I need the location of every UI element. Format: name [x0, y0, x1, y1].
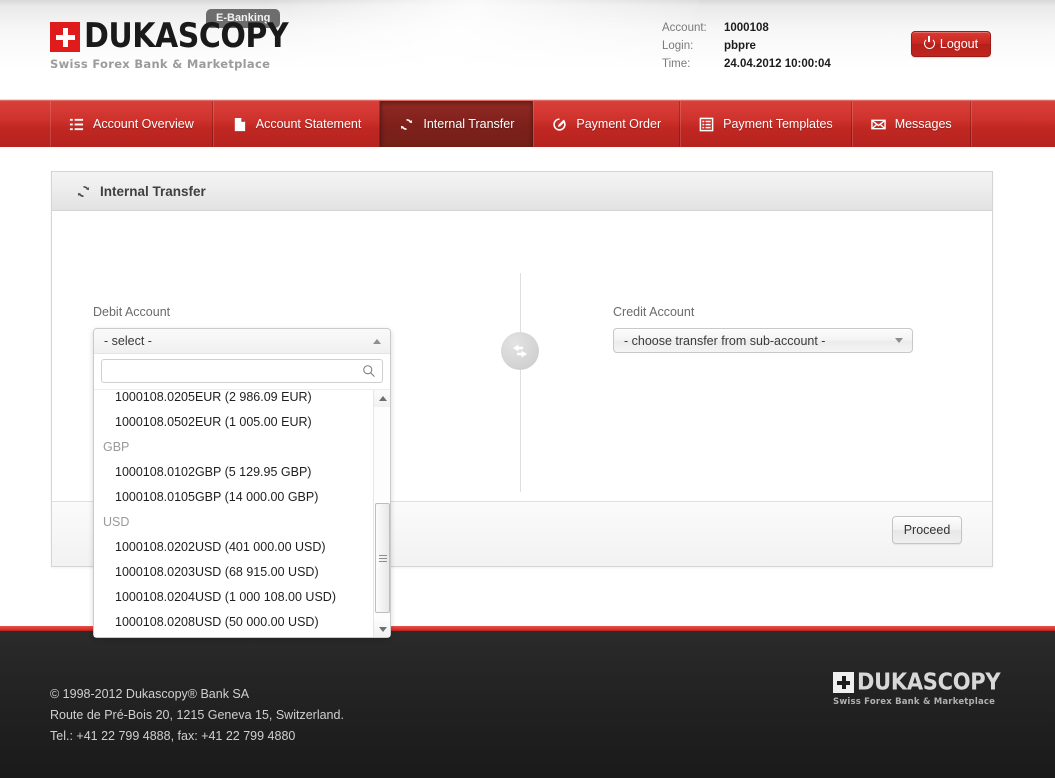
- dropdown-scrollbar[interactable]: [373, 390, 390, 637]
- power-icon: [923, 36, 935, 49]
- refresh-icon: [401, 118, 413, 130]
- footer-copyright: © 1998-2012 Dukascopy® Bank SA: [50, 687, 250, 701]
- debit-search-input[interactable]: [102, 360, 362, 382]
- nav-left-spacer: [0, 101, 50, 147]
- scroll-down-button[interactable]: [374, 621, 390, 637]
- page-header: E-Banking DUKASCOPY Swiss Forex Bank & M…: [0, 0, 1055, 100]
- debit-search-wrapper: [94, 354, 390, 389]
- nav-item-payment-order[interactable]: Payment Order: [533, 101, 681, 147]
- dropdown-group-label: USD: [103, 515, 130, 529]
- panel-body: Debit Account Credit Account - select -: [52, 211, 992, 638]
- nav-item-payment-templates[interactable]: Payment Templates: [680, 101, 852, 147]
- scroll-down-icon: [378, 627, 387, 632]
- nav-item-label: Internal Transfer: [423, 117, 515, 131]
- time-label: Time:: [662, 58, 691, 70]
- proceed-button[interactable]: Proceed: [892, 516, 962, 544]
- nav-item-messages[interactable]: Messages: [851, 101, 971, 147]
- footer-brand-logo: DUKASCOPY Swiss Forex Bank & Marketplace: [833, 668, 1001, 707]
- internal-transfer-panel: Internal Transfer Debit Account Credit A…: [51, 171, 993, 638]
- debit-account-selected-value: - select -: [104, 334, 152, 348]
- main-navigation: Account Overview Account Statement Interna…: [0, 100, 1055, 147]
- logout-label: Logout: [939, 37, 979, 51]
- scroll-up-icon: [378, 396, 387, 401]
- debit-account-label: Debit Account: [93, 305, 171, 319]
- credit-account-label: Credit Account: [613, 305, 695, 319]
- account-label: Account:: [662, 22, 707, 34]
- brand-tagline: Swiss Forex Bank & Marketplace: [50, 57, 271, 71]
- scrollbar-thumb[interactable]: [375, 503, 390, 613]
- credit-account-selected-value: - choose transfer from sub-account -: [624, 333, 826, 348]
- grid-list-icon: [699, 117, 714, 131]
- brand-logo[interactable]: DUKASCOPY Swiss Forex Bank & Marketplace: [50, 16, 289, 71]
- header-sheen: [217, 0, 713, 99]
- envelope-icon: [870, 119, 886, 129]
- nav-item-label: Messages: [894, 117, 952, 131]
- scroll-up-button[interactable]: [374, 390, 390, 407]
- swiss-cross-icon: [50, 22, 80, 52]
- refresh-icon: [77, 185, 90, 197]
- account-value: 1000108: [724, 22, 769, 34]
- time-value: 24.04.2012 10:00:04: [724, 58, 831, 70]
- credit-account-select[interactable]: - choose transfer from sub-account -: [613, 328, 913, 353]
- account-info: Account: 1000108 Login: pbpre Time: 24.0…: [662, 22, 831, 76]
- edit-icon: [553, 117, 567, 131]
- login-value: pbpre: [724, 40, 756, 52]
- swap-accounts-button[interactable]: [501, 332, 539, 370]
- brand-name: DUKASCOPY: [84, 16, 289, 57]
- panel-title: Internal Transfer: [100, 183, 206, 199]
- nav-right-spacer: [970, 101, 1055, 147]
- debit-search-box[interactable]: [101, 359, 383, 383]
- dropdown-option[interactable]: 1000108.0202USD (401 000.00 USD): [94, 535, 377, 560]
- footer-swiss-cross-icon: [833, 672, 854, 693]
- nav-item-label: Account Statement: [255, 117, 362, 131]
- footer-legal-text: © 1998-2012 Dukascopy® Bank SA Route de …: [50, 684, 344, 747]
- column-divider: [520, 273, 521, 492]
- dropdown-option[interactable]: 1000108.0204USD (1 000 108.00 USD): [94, 585, 377, 610]
- document-icon: [234, 117, 245, 131]
- logout-button[interactable]: Logout: [911, 31, 991, 57]
- dropdown-option[interactable]: 1000108.0105GBP (14 000.00 GBP): [94, 485, 377, 510]
- footer-brand-name: DUKASCOPY: [857, 668, 1001, 696]
- nav-item-label: Payment Templates: [723, 117, 833, 131]
- chevron-down-icon: [895, 338, 903, 343]
- footer-phone: Tel.: +41 22 799 4888, fax: +41 22 799 4…: [50, 729, 296, 743]
- debit-account-dropdown[interactable]: - select - 1000108.0205EUR (2 986.09 EUR…: [93, 328, 391, 638]
- debit-account-dropdown-toggle[interactable]: - select -: [94, 329, 390, 354]
- dropdown-group-label: GBP: [103, 440, 130, 454]
- nav-item-label: Payment Order: [576, 117, 662, 131]
- nav-item-account-statement[interactable]: Account Statement: [212, 101, 381, 147]
- dropdown-option[interactable]: 1000108.0205EUR (2 986.09 EUR): [94, 390, 377, 410]
- dropdown-option[interactable]: 1000108.0102GBP (5 129.95 GBP): [94, 460, 377, 485]
- footer-address: Route de Pré-Bois 20, 1215 Geneva 15, Sw…: [50, 708, 344, 722]
- chevron-up-icon: [373, 338, 381, 344]
- dropdown-option[interactable]: 1000108.0502EUR (1 005.00 EUR): [94, 410, 377, 435]
- dropdown-option[interactable]: 1000108.0203USD (68 915.00 USD): [94, 560, 377, 585]
- nav-item-account-overview[interactable]: Account Overview: [50, 101, 213, 147]
- login-label: Login:: [662, 40, 694, 52]
- search-icon: [363, 365, 375, 377]
- debit-account-option-list[interactable]: 1000108.0205EUR (2 986.09 EUR) 1000108.05…: [94, 389, 390, 637]
- list-icon: [69, 118, 84, 130]
- scrollbar-grip-icon: [378, 553, 387, 564]
- dropdown-option[interactable]: 1000108.0208USD (50 000.00 USD): [94, 610, 377, 635]
- nav-item-label: Account Overview: [93, 117, 194, 131]
- swap-arrows-icon: [513, 344, 527, 358]
- panel-header: Internal Transfer: [52, 172, 992, 211]
- footer-brand-tagline: Swiss Forex Bank & Marketplace: [833, 697, 996, 707]
- nav-item-internal-transfer[interactable]: Internal Transfer: [380, 101, 534, 147]
